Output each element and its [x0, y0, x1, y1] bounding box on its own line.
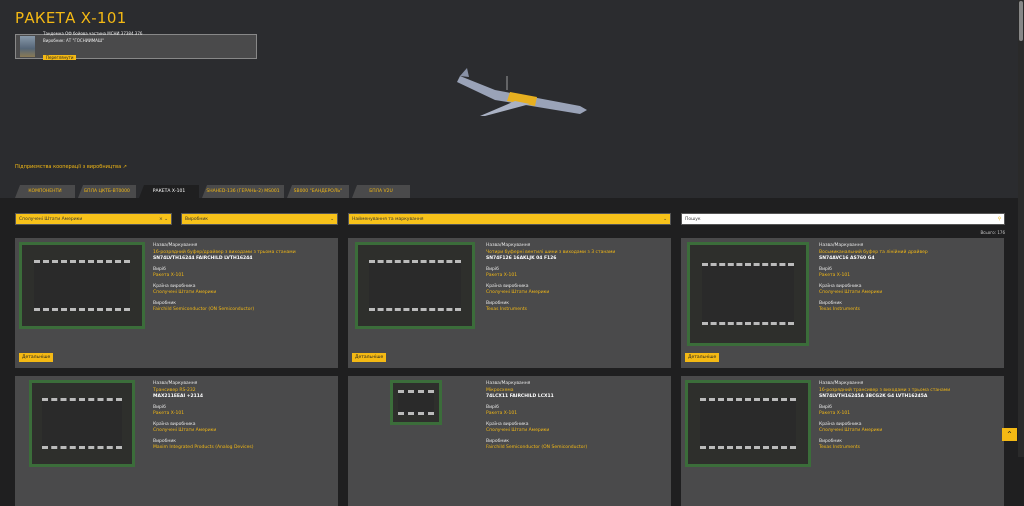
- component-photo[interactable]: [355, 242, 475, 329]
- warhead-thumbnail: [20, 36, 35, 57]
- tab-shahed[interactable]: SHAHED-136 (ГЕРАНЬ-2) MS001: [202, 185, 284, 198]
- country-value: Сполучені Штати Америки: [19, 216, 83, 222]
- maker-link[interactable]: Texas Instruments: [486, 307, 615, 314]
- missile-3d-model[interactable]: [455, 68, 595, 118]
- cooperation-link[interactable]: Підприємства кооперації з виробництва ↗: [15, 164, 127, 170]
- scrollbar[interactable]: [1018, 0, 1024, 457]
- component-photo[interactable]: [29, 380, 135, 467]
- country-select[interactable]: Сполучені Штати Америки × ⌄: [15, 213, 172, 225]
- component-photo[interactable]: [19, 242, 145, 329]
- component-card: Назва/Маркування Чотири буферні вентилі …: [348, 238, 671, 368]
- chevron-down-icon: ⌄: [663, 216, 667, 222]
- name-select[interactable]: Найменування та маркування ⌄: [348, 213, 671, 225]
- tab-v2u[interactable]: БПЛА V2U: [352, 185, 410, 198]
- details-button[interactable]: Детальніше: [19, 353, 54, 362]
- chevron-down-icon: ⌄: [330, 216, 334, 222]
- maker-link[interactable]: Maxim Integrated Products (Analog Device…: [153, 445, 253, 452]
- search-icon[interactable]: ⚲: [998, 217, 1001, 222]
- tab-uav-ctb[interactable]: БПЛА ЦКТБ-ВТ0000: [78, 185, 136, 198]
- component-card: Назва/Маркування 16-розрядний трансивер …: [681, 376, 1004, 506]
- view-button[interactable]: Переглянути: [43, 55, 77, 60]
- component-photo[interactable]: [685, 380, 811, 467]
- clear-chevron-icon[interactable]: × ⌄: [159, 217, 168, 222]
- total-count: Всього: 176: [980, 230, 1005, 235]
- search-input[interactable]: Пошук ⚲: [681, 213, 1005, 225]
- tab-components[interactable]: КОМПОНЕНТИ: [15, 185, 75, 198]
- details-button[interactable]: Детальніше: [685, 353, 720, 362]
- maker-link[interactable]: Texas Instruments: [819, 445, 950, 452]
- component-card: Назва/Маркування Трансивер RS-232 MAX211…: [15, 376, 338, 506]
- maker-link[interactable]: Texas Instruments: [819, 307, 928, 314]
- page-title: РАКЕТА Х-101: [15, 9, 127, 27]
- search-placeholder: Пошук: [685, 216, 701, 222]
- manufacturer-value: Виробник: [185, 216, 208, 222]
- tab-bar: КОМПОНЕНТИ БПЛА ЦКТБ-ВТ0000 РАКЕТА Х-101…: [15, 185, 413, 198]
- name-value: Найменування та маркування: [352, 216, 424, 222]
- component-photo[interactable]: [390, 380, 442, 425]
- scroll-to-top-button[interactable]: ⌃: [1002, 428, 1017, 441]
- warhead-name: Тандемна ОФ бойова частина МСНИ 37384.37…: [43, 31, 143, 36]
- maker-link[interactable]: Fairchild Semiconductor (ON Semiconducto…: [153, 307, 296, 314]
- header-section: РАКЕТА Х-101 Тандемна ОФ бойова частина …: [0, 0, 1018, 198]
- warhead-maker: Виробник: АТ "ГОСНИИМАШ": [43, 38, 105, 43]
- component-photo[interactable]: [687, 242, 809, 346]
- component-card: Назва/Маркування Восьмиканальний буфер т…: [681, 238, 1004, 368]
- manufacturer-select[interactable]: Виробник ⌄: [181, 213, 338, 225]
- warhead-info-card: Тандемна ОФ бойова частина МСНИ 37384.37…: [15, 31, 257, 60]
- tab-kh101[interactable]: РАКЕТА Х-101: [139, 185, 199, 198]
- component-card: Назва/Маркування Мікросхема 74LCX11 FAIR…: [348, 376, 671, 506]
- tab-banderol[interactable]: SB000 "БАНДЕРОЛЬ": [287, 185, 349, 198]
- component-card: Назва/Маркування 16-розрядний буфер/драй…: [15, 238, 338, 368]
- details-button[interactable]: Детальніше: [352, 353, 387, 362]
- maker-link[interactable]: Fairchild Semiconductor (ON Semiconducto…: [486, 445, 587, 452]
